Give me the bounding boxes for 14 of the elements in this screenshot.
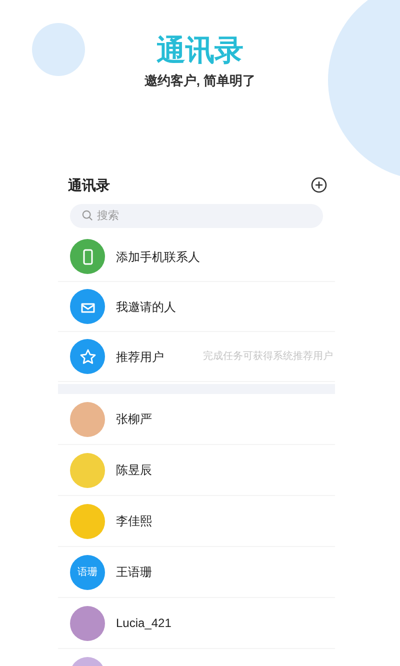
contact-name[interactable]: 李佳熙	[116, 512, 152, 530]
contact-name[interactable]: 陈昱辰	[116, 461, 152, 479]
hint-text: 完成任务可获得系统推荐用户	[203, 350, 333, 364]
menu-item[interactable]: 添加手机联系人	[116, 248, 200, 266]
search-field[interactable]: 搜索	[70, 204, 323, 228]
menu-item[interactable]: 推荐用户	[116, 348, 164, 366]
contact-name[interactable]: 王语珊	[116, 563, 152, 581]
menu-item[interactable]: 我邀请的人	[116, 298, 176, 316]
page-subtitle: 邀约客户, 简单明了	[144, 72, 256, 90]
page-title: 通讯录	[156, 34, 244, 69]
contact-name[interactable]: 张柳严	[116, 410, 152, 428]
contact-name[interactable]: Lucia_421	[116, 614, 172, 632]
section-title: 通讯录	[68, 176, 110, 194]
avatar-initials: 语珊	[70, 554, 105, 590]
